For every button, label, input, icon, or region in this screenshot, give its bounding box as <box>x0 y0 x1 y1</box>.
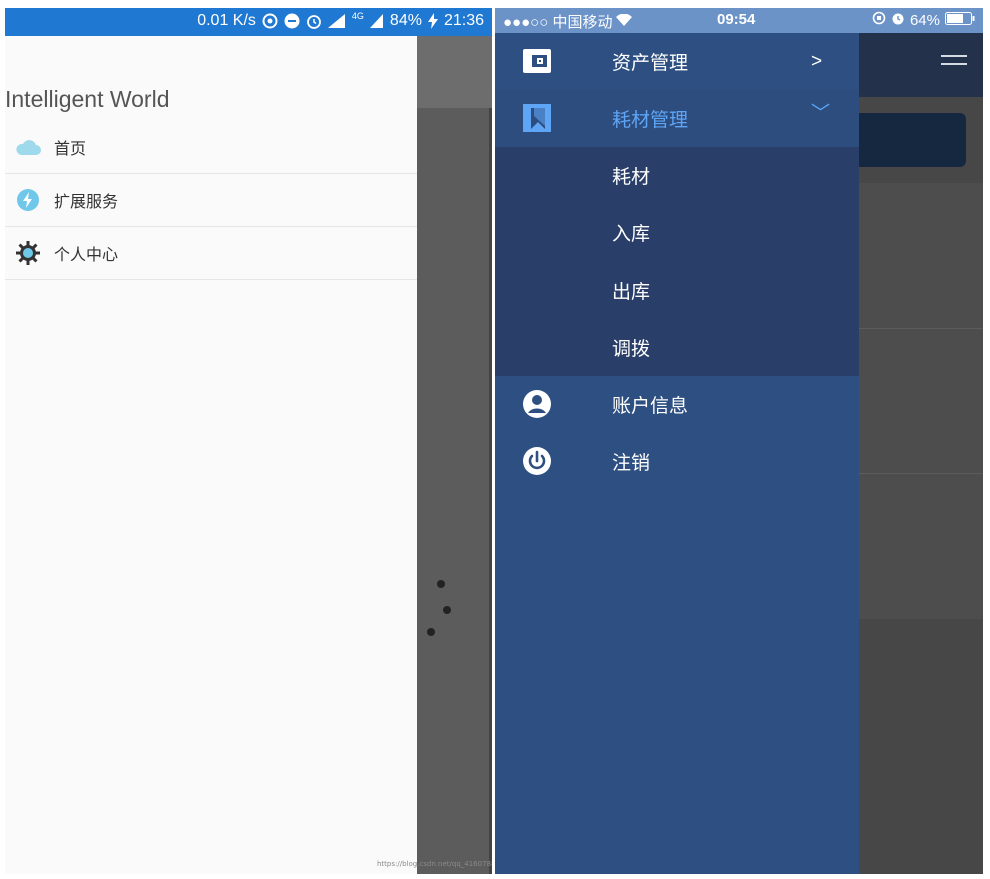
charging-icon <box>427 13 438 29</box>
app-bar-behind <box>417 36 492 108</box>
orientation-lock-icon <box>872 11 886 29</box>
wallet-icon <box>521 45 553 77</box>
content-scrim[interactable] <box>417 108 492 874</box>
clock-label: 21:36 <box>443 12 484 29</box>
status-bar: ●●●○○ 中国移动 09:54 64% <box>495 8 983 33</box>
gear-icon <box>15 240 41 266</box>
submenu-item-transfer[interactable]: 调拨 <box>495 319 859 376</box>
scrim-edge <box>489 108 492 874</box>
status-bar: 0.01 K/s 4G 84% 21:36 <box>5 8 492 36</box>
battery-label: 84% <box>389 12 422 29</box>
drawer-item-home[interactable]: 首页 <box>5 121 417 174</box>
menu-item-consumables-management[interactable]: 耗材管理 ﹀ <box>495 90 859 147</box>
battery-label: 64% <box>909 11 940 29</box>
submenu-item-label: 出库 <box>612 281 651 303</box>
drawer-item-personal-center[interactable]: 个人中心 <box>5 227 417 280</box>
menu-item-label: 账户信息 <box>612 395 689 417</box>
network-type-label: 4G <box>351 11 364 21</box>
hotspot-icon <box>262 13 278 29</box>
menu-item-logout[interactable]: 注销 <box>495 433 859 490</box>
lightning-icon <box>15 187 41 213</box>
drawer-item-extended-services[interactable]: 扩展服务 <box>5 174 417 227</box>
submenu-item-label: 入库 <box>612 223 651 245</box>
hamburger-menu-icon[interactable] <box>941 55 967 71</box>
signal-icon <box>327 14 346 28</box>
submenu-item-stock-in[interactable]: 入库 <box>495 204 859 261</box>
bookmark-icon <box>521 102 553 134</box>
clock-label: 09:54 <box>717 11 756 28</box>
drawer-title: Intelligent World <box>5 86 170 112</box>
drawer-item-label: 扩展服务 <box>54 192 119 211</box>
submenu-consumables: 耗材 入库 出库 调拨 <box>495 147 859 376</box>
battery-icon <box>945 11 975 29</box>
search-bar-behind <box>859 113 966 167</box>
carrier-label: ●●●○○ 中国移动 <box>503 14 613 31</box>
menu-item-label: 耗材管理 <box>612 109 689 131</box>
signal-icon-2 <box>369 14 384 28</box>
drawer-item-label: 个人中心 <box>54 245 119 264</box>
content-list-behind <box>859 183 983 619</box>
chevron-right-icon: > <box>811 50 823 72</box>
submenu-item-stock-out[interactable]: 出库 <box>495 262 859 319</box>
chevron-down-icon: ﹀ <box>811 103 831 124</box>
submenu-item-label: 调拨 <box>612 338 651 360</box>
right-phone-screen: ●●●○○ 中国移动 09:54 64% 资产管理 > 耗材管理 ﹀ 耗材 入库… <box>495 8 983 874</box>
wifi-icon <box>616 13 633 30</box>
submenu-item-consumables[interactable]: 耗材 <box>495 147 859 204</box>
network-speed: 0.01 K/s <box>197 12 256 29</box>
alarm-icon <box>891 11 905 29</box>
menu-item-label: 注销 <box>612 452 651 474</box>
navigation-drawer: 资产管理 > 耗材管理 ﹀ 耗材 入库 出库 调拨 账户信息 注销 <box>495 33 859 874</box>
watermark-text: https://blog.csdn.net/qq_41607889 <box>377 860 492 868</box>
left-phone-screen: 0.01 K/s 4G 84% 21:36 Intelligent World … <box>5 8 492 874</box>
do-not-disturb-icon <box>284 13 300 29</box>
menu-item-asset-management[interactable]: 资产管理 > <box>495 33 859 90</box>
submenu-item-label: 耗材 <box>612 166 651 188</box>
user-circle-icon <box>521 388 553 420</box>
alarm-icon <box>306 13 322 29</box>
power-icon <box>521 445 553 477</box>
navigation-drawer: Intelligent World 首页 扩展服务 个人中心 <box>5 36 417 874</box>
menu-item-label: 资产管理 <box>612 52 689 74</box>
cloud-icon <box>15 134 41 160</box>
drawer-item-label: 首页 <box>54 139 87 158</box>
menu-item-account-info[interactable]: 账户信息 <box>495 376 859 433</box>
